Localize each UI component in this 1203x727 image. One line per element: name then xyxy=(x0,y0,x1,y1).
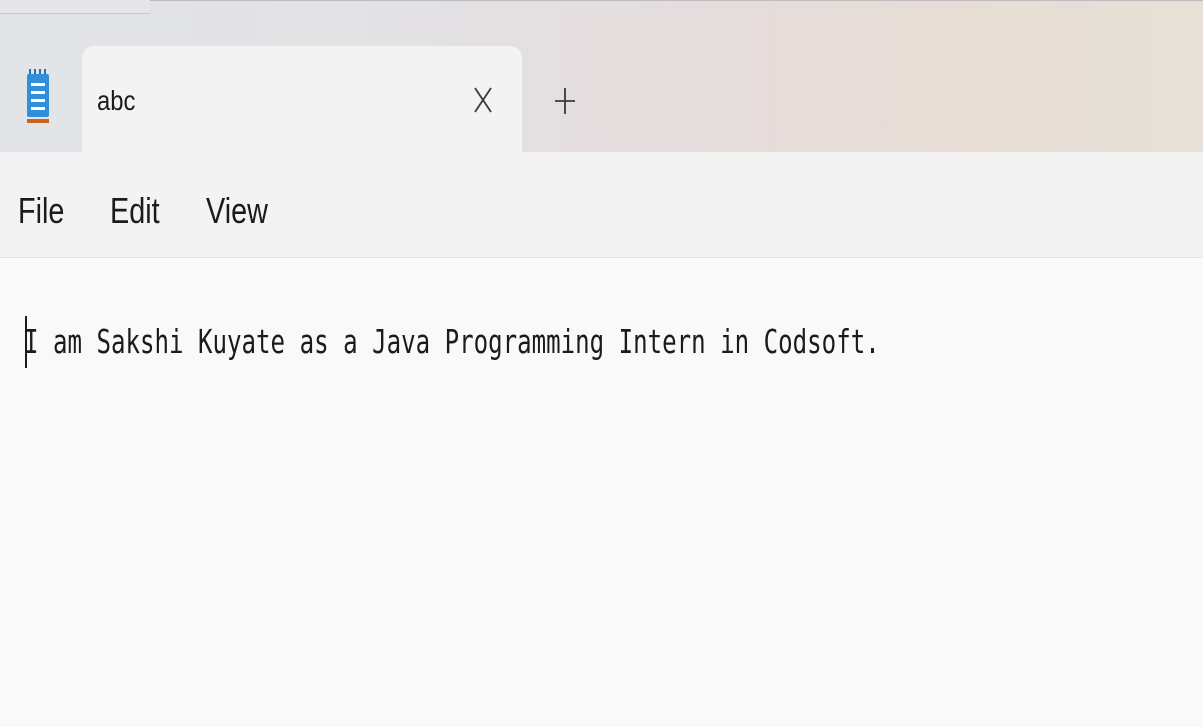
title-bar-edge-line xyxy=(150,0,1203,14)
title-bar-edge xyxy=(0,0,150,14)
text-editor[interactable]: I am Sakshi Kuyate as a Java Programming… xyxy=(0,258,1203,727)
title-bar: abc xyxy=(0,0,1203,152)
menu-edit[interactable]: Edit xyxy=(110,190,160,232)
close-icon[interactable] xyxy=(468,78,498,120)
menu-bar: File Edit View xyxy=(0,152,1203,258)
editor-content: I am Sakshi Kuyate as a Java Programming… xyxy=(24,322,880,361)
notepad-window: abc File Edit View I am Sakshi Kuyate as… xyxy=(0,0,1203,727)
menu-file[interactable]: File xyxy=(18,190,64,232)
plus-icon[interactable] xyxy=(552,82,578,120)
notepad-icon xyxy=(27,69,49,123)
tab-abc[interactable]: abc xyxy=(82,46,522,152)
menu-view[interactable]: View xyxy=(206,190,268,232)
tab-title: abc xyxy=(97,85,136,116)
